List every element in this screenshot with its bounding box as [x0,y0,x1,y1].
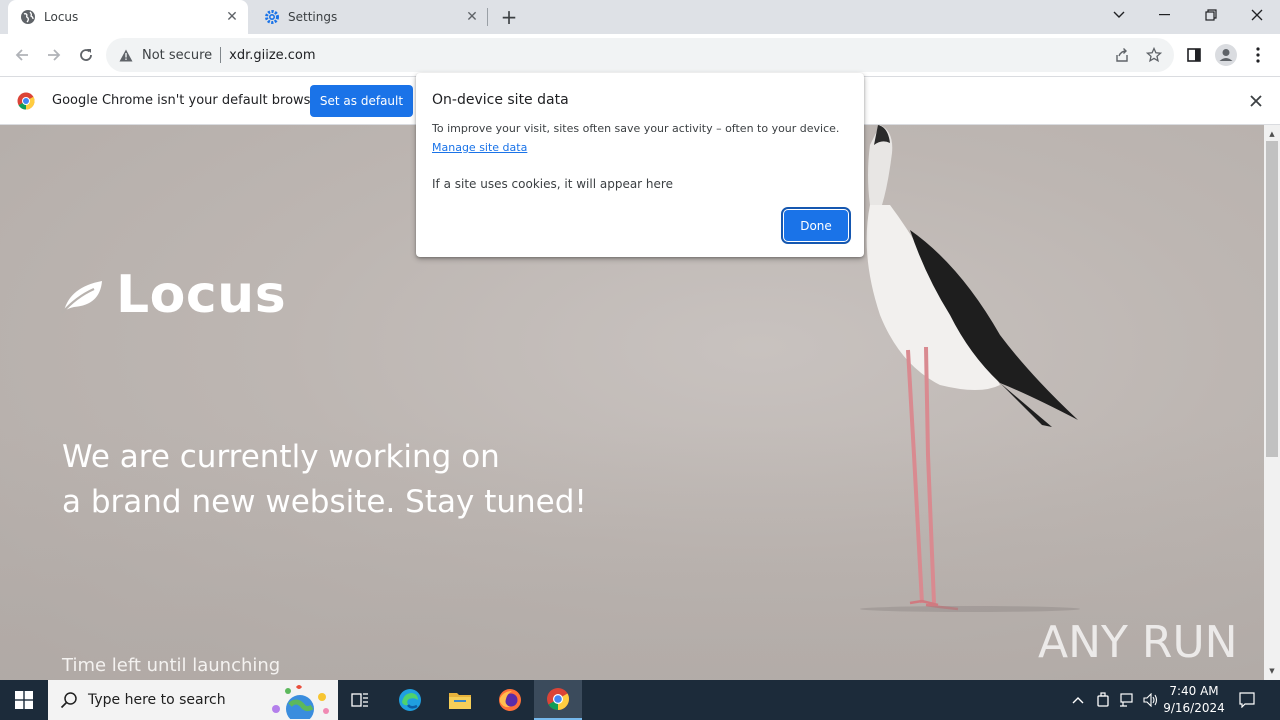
page-scrollbar[interactable]: ▲ ▼ [1264,125,1280,680]
scroll-thumb[interactable] [1266,141,1278,457]
tab-locus[interactable]: Locus ✕ [8,0,248,34]
new-tab-button[interactable]: + [498,5,520,29]
menu-kebab-icon[interactable] [1242,39,1274,71]
file-explorer-icon[interactable] [436,680,484,720]
close-window-icon[interactable] [1234,0,1280,30]
popup-empty-message: If a site uses cookies, it will appear h… [432,177,673,191]
url-text[interactable]: xdr.giize.com [229,48,315,63]
edge-browser-icon[interactable] [386,680,434,720]
browser-toolbar: Not secure xdr.giize.com [0,34,1280,76]
headline-line-2: a brand new website. Stay tuned! [62,484,587,520]
site-logo[interactable]: Locus [60,265,286,325]
globe-icon [20,9,36,25]
volume-icon[interactable] [1140,680,1162,720]
reload-button[interactable] [70,39,102,71]
tab-title: Locus [44,10,79,24]
countdown-label: Time left until launching [62,655,281,676]
back-button[interactable] [6,39,38,71]
warning-icon[interactable] [118,47,134,63]
site-data-popup: On-device site data To improve your visi… [416,73,864,257]
network-icon[interactable] [1116,680,1138,720]
show-hidden-icons-chevron-icon[interactable] [1068,680,1088,720]
watermark-text: ANY RUN [1038,617,1234,668]
notification-center-icon[interactable] [1236,680,1258,720]
profile-avatar-icon[interactable] [1210,39,1242,71]
manage-site-data-link[interactable]: Manage site data [432,141,527,154]
clock-time: 7:40 AM [1169,684,1219,698]
leaf-icon [61,281,102,314]
infobar-close-icon[interactable] [1246,91,1266,111]
tab-title: Settings [288,10,338,24]
gear-icon [264,9,280,25]
divider [220,47,222,63]
bookmark-star-icon[interactable] [1138,39,1170,71]
tab-close-icon[interactable]: ✕ [462,7,482,27]
tab-strip: Locus ✕ Settings ✕ + [0,0,1280,34]
system-clock[interactable]: 7:40 AM 9/16/2024 [1160,683,1228,717]
scroll-up-icon[interactable]: ▲ [1264,127,1280,141]
search-icon [60,691,78,709]
tab-separator [487,8,488,26]
search-highlight-globe-icon [272,685,329,719]
address-bar[interactable]: Not secure xdr.giize.com [106,38,1174,72]
taskbar-search-box[interactable]: Type here to search [48,680,338,720]
tab-close-icon[interactable]: ✕ [222,7,242,27]
chrome-logo-icon [17,92,35,110]
popup-description: To improve your visit, sites often save … [432,122,840,135]
minimize-icon[interactable] [1142,0,1188,30]
security-label[interactable]: Not secure [142,48,212,63]
windows-start-icon[interactable] [0,680,48,720]
done-button[interactable]: Done [781,207,851,244]
stilt-bird-image [860,125,1080,612]
clock-date: 9/16/2024 [1163,701,1225,715]
anyrun-watermark: ANY RUN [1038,609,1234,673]
tab-search-icon[interactable] [1096,0,1142,30]
side-panel-icon[interactable] [1178,39,1210,71]
anyrun-logo-icon: ANY RUN [1038,617,1234,668]
tab-settings[interactable]: Settings ✕ [252,0,488,34]
windows-taskbar: Type here to search 7:40 AM 9/16/2024 [0,680,1280,720]
restore-icon[interactable] [1188,0,1234,30]
popup-title: On-device site data [432,92,569,108]
share-icon[interactable] [1106,39,1138,71]
chrome-taskbar-icon[interactable] [534,680,582,720]
set-as-default-button[interactable]: Set as default [310,85,413,117]
headline-line-1: We are currently working on [62,439,500,475]
task-view-icon[interactable] [336,680,384,720]
brand-name: Locus [116,265,287,325]
search-placeholder: Type here to search [88,692,226,708]
usb-device-icon[interactable] [1092,680,1114,720]
forward-button[interactable] [38,39,70,71]
firefox-icon[interactable] [486,680,534,720]
infobar-message: Google Chrome isn't your default browser [52,93,324,108]
scroll-down-icon[interactable]: ▼ [1264,664,1280,678]
headline: We are currently working on a brand new … [62,435,587,525]
